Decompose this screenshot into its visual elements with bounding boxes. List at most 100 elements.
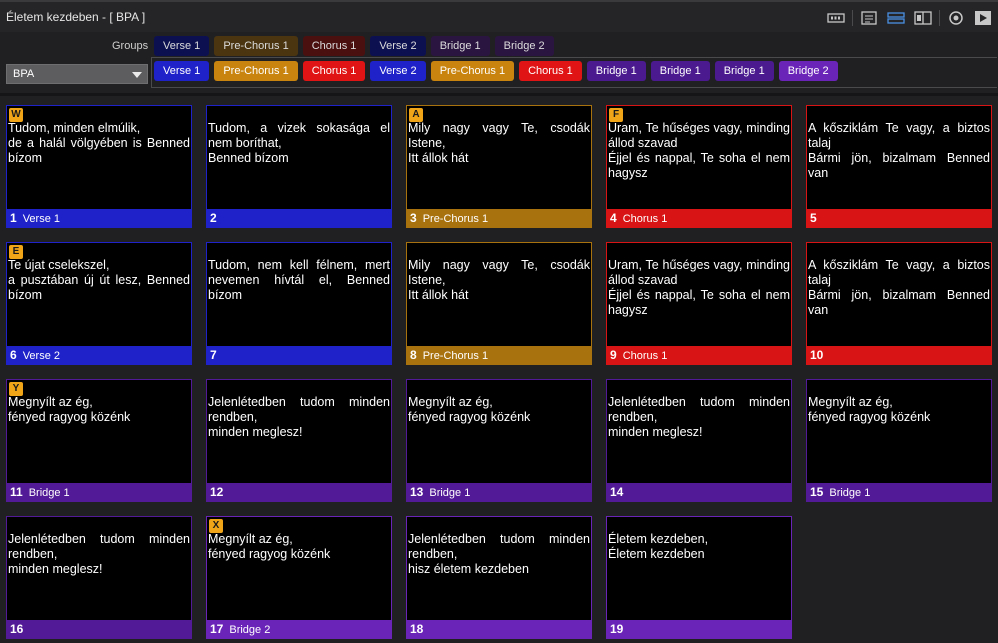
slide-lyrics: Megnyílt az ég, fényed ragyog közénk <box>8 395 131 424</box>
slide-thumbnail[interactable]: Jelenlétedben tudom minden rendben, hisz… <box>406 516 592 639</box>
slide-thumbnail[interactable]: A Mily nagy vagy Te, csodák Istene, Itt á… <box>406 105 592 228</box>
slide-lyrics: Tudom, nem kell félnem, mert nevemen hív… <box>208 258 390 302</box>
arrangement-pill[interactable]: Bridge 1 <box>586 61 646 81</box>
arrangement-pill[interactable]: Verse 2 <box>370 61 426 81</box>
slide-group-label: Bridge 2 <box>229 624 271 636</box>
slide-footer: 15 Bridge 1 <box>807 483 991 501</box>
slide-number: 13 <box>410 485 424 499</box>
arrangement-pill[interactable]: Verse 1 <box>154 61 210 81</box>
slide-number: 12 <box>210 485 224 499</box>
slide-number: 4 <box>610 211 617 225</box>
slide-footer: 18 <box>407 620 591 638</box>
slide-group-label: Verse 2 <box>22 350 60 362</box>
slide-footer: 2 <box>207 209 391 227</box>
slide-thumbnail[interactable]: E Te újat cselekszel, a pusztában új út l… <box>6 242 192 365</box>
arrangement-pill[interactable]: Chorus 1 <box>519 61 582 81</box>
slide-footer: 8 Pre-Chorus 1 <box>407 346 591 364</box>
slide-footer: 6 Verse 2 <box>7 346 191 364</box>
arrangement-pill[interactable]: Pre-Chorus 1 <box>214 61 298 81</box>
arrangement-list: Verse 1 Pre-Chorus 1 Chorus 1 Verse 2 Pre-Ch… <box>154 61 838 81</box>
slide-group-label: Bridge 1 <box>829 487 871 499</box>
slide-group-label: Chorus 1 <box>622 213 668 225</box>
slide-lyrics: Tudom, a vizek sokasága el nem boríthat,… <box>208 121 390 165</box>
slide-number: 7 <box>210 348 217 362</box>
hotkey-badge: F <box>609 108 623 122</box>
slide-footer: 4 Chorus 1 <box>607 209 791 227</box>
slide-thumbnail[interactable]: Uram, Te hűséges vagy, minding állod sza… <box>606 242 792 365</box>
slide-thumbnail[interactable]: Y Megnyílt az ég, fényed ragyog közénk 11 B… <box>6 379 192 502</box>
slide-lyrics: Jelenlétedben tudom minden rendben, mind… <box>608 395 790 439</box>
divider <box>0 93 998 96</box>
slide-group-label: Bridge 1 <box>28 487 70 499</box>
notes-icon[interactable] <box>858 8 880 28</box>
slide-lyrics: Jelenlétedben tudom minden rendben, hisz… <box>408 532 590 576</box>
slide-number: 5 <box>810 211 817 225</box>
slide-footer: 11 Bridge 1 <box>7 483 191 501</box>
slide-thumbnail[interactable]: Jelenlétedben tudom minden rendben, mind… <box>206 379 392 502</box>
arrangement-pill[interactable]: Pre-Chorus 1 <box>430 61 515 81</box>
group-pill[interactable]: Verse 2 <box>370 36 426 56</box>
group-pill[interactable]: Bridge 1 <box>430 36 490 56</box>
slide-thumbnail[interactable]: F Uram, Te hűséges vagy, minding állod sz… <box>606 105 792 228</box>
slide-thumbnail[interactable]: A kősziklám Te vagy, a biztos talaj Bárm… <box>806 105 992 228</box>
slide-thumbnail[interactable]: Jelenlétedben tudom minden rendben, mind… <box>6 516 192 639</box>
slide-group-label: Pre-Chorus 1 <box>422 213 489 225</box>
slide-thumbnail[interactable]: Életem kezdeben, Életem kezdeben 19 <box>606 516 792 639</box>
group-pill[interactable]: Chorus 1 <box>302 36 366 56</box>
slide-number: 9 <box>610 348 617 362</box>
group-pill[interactable]: Pre-Chorus 1 <box>214 36 298 56</box>
arrangement-select[interactable]: BPA <box>6 64 148 84</box>
slide-lyrics: Mily nagy vagy Te, csodák Istene, Itt ál… <box>408 121 590 165</box>
arrangement-pill[interactable]: Bridge 1 <box>714 61 774 81</box>
record-icon[interactable] <box>825 8 847 28</box>
slide-lyrics: Életem kezdeben, Életem kezdeben <box>608 532 709 561</box>
groups-label: Groups <box>112 40 149 52</box>
slide-thumbnail[interactable]: Tudom, nem kell félnem, mert nevemen hív… <box>206 242 392 365</box>
slide-thumbnail[interactable]: Tudom, a vizek sokasága el nem boríthat,… <box>206 105 392 228</box>
slide-footer: 12 <box>207 483 391 501</box>
hotkey-badge: X <box>209 519 223 533</box>
slide-number: 10 <box>810 348 824 362</box>
slide-footer: 3 Pre-Chorus 1 <box>407 209 591 227</box>
slide-footer: 16 <box>7 620 191 638</box>
slide-thumbnail[interactable]: W Tudom, minden elmúlik, de a halál völgy… <box>6 105 192 228</box>
slide-group-label: Verse 1 <box>22 213 60 225</box>
slide-thumbnail[interactable]: X Megnyílt az ég, fényed ragyog közénk 17 B… <box>206 516 392 639</box>
layout-icon[interactable] <box>912 8 934 28</box>
hotkey-badge: A <box>409 108 423 122</box>
slide-group-label: Chorus 1 <box>622 350 668 362</box>
slide-number: 15 <box>810 485 824 499</box>
group-pill[interactable]: Verse 1 <box>154 36 210 56</box>
slide-footer: 19 <box>607 620 791 638</box>
slide-footer: 1 Verse 1 <box>7 209 191 227</box>
slide-lyrics: Megnyílt az ég, fényed ragyog közénk <box>208 532 331 561</box>
slide-thumbnail[interactable]: Jelenlétedben tudom minden rendben, mind… <box>606 379 792 502</box>
arrangement-pill[interactable]: Bridge 1 <box>650 61 710 81</box>
slide-thumbnail[interactable]: Megnyílt az ég, fényed ragyog közénk 15 Br… <box>806 379 992 502</box>
slide-footer: 5 <box>807 209 991 227</box>
slide-group-label: Bridge 1 <box>429 487 471 499</box>
slide-thumbnail[interactable]: Mily nagy vagy Te, csodák Istene, Itt ál… <box>406 242 592 365</box>
slide-lyrics: Te újat cselekszel, a pusztában új út le… <box>8 258 190 302</box>
groups-list: Verse 1 Pre-Chorus 1 Chorus 1 Verse 2 Bridge… <box>154 36 554 56</box>
slide-group-label: Pre-Chorus 1 <box>422 350 489 362</box>
arrangement-pill[interactable]: Chorus 1 <box>302 61 366 81</box>
title-bar: Életem kezdeben - [ BPA ] <box>0 0 998 32</box>
slide-number: 14 <box>610 485 624 499</box>
slide-lyrics: Megnyílt az ég, fényed ragyog közénk <box>408 395 531 424</box>
slide-lyrics: Uram, Te hűséges vagy, minding állod sza… <box>608 258 790 317</box>
slide-number: 6 <box>10 348 17 362</box>
slide-number: 18 <box>410 622 424 636</box>
target-icon[interactable] <box>945 8 967 28</box>
arrangement-pill[interactable]: Bridge 2 <box>778 61 838 81</box>
group-pill[interactable]: Bridge 2 <box>494 36 554 56</box>
play-icon[interactable] <box>972 8 994 28</box>
toolbar-separator <box>852 10 853 26</box>
sync-icon[interactable] <box>885 8 907 28</box>
slide-lyrics: Jelenlétedben tudom minden rendben, mind… <box>8 532 190 576</box>
slide-thumbnail[interactable]: Megnyílt az ég, fényed ragyog közénk 13 Br… <box>406 379 592 502</box>
chevron-down-icon <box>132 72 142 78</box>
slide-lyrics: A kősziklám Te vagy, a biztos talaj Bárm… <box>808 121 990 180</box>
slide-thumbnail[interactable]: A kősziklám Te vagy, a biztos talaj Bárm… <box>806 242 992 365</box>
window-title: Életem kezdeben - [ BPA ] <box>6 10 146 24</box>
